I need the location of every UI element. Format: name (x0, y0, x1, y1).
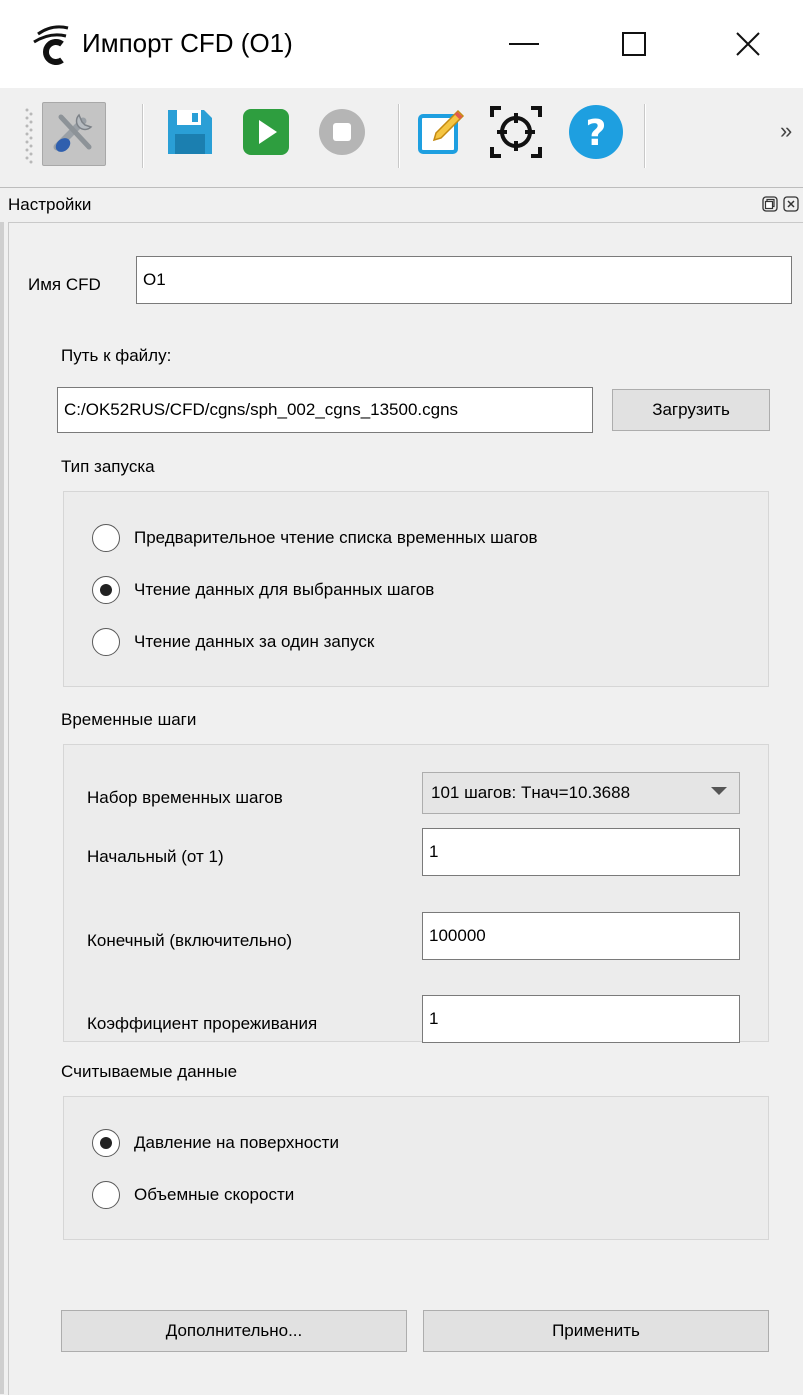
read-data-title: Считываемые данные (61, 1062, 238, 1081)
dock-float-icon[interactable] (762, 196, 778, 212)
stop-icon (317, 107, 367, 162)
radio-button[interactable] (92, 576, 120, 604)
window-title: Импорт CFD (O1) (82, 28, 293, 58)
toolbar-overflow-icon[interactable]: » (780, 118, 792, 144)
run-button[interactable] (234, 102, 298, 166)
chevron-down-icon (711, 787, 727, 795)
cfd-name-label: Имя CFD (28, 275, 101, 294)
step-set-value: 101 шагов: Тнач=10.3688 (431, 783, 631, 802)
settings-tools-icon (49, 107, 99, 162)
start-step-input[interactable]: 1 (422, 828, 740, 876)
title-bar: Импорт CFD (O1) (0, 0, 803, 88)
radio-button[interactable] (92, 1181, 120, 1209)
launch-type-title: Тип запуска (61, 457, 155, 476)
load-button[interactable]: Загрузить (612, 389, 770, 431)
run-icon (241, 107, 291, 162)
thinning-label: Коэффициент прореживания (87, 1014, 318, 1033)
settings-tools-button[interactable] (42, 102, 106, 166)
radio-selected-dot (100, 584, 112, 596)
end-step-label: Конечный (включительно) (87, 931, 293, 950)
dock-title: Настройки (8, 195, 92, 214)
radio-selected-dot (100, 1137, 112, 1149)
radio-label: Давление на поверхности (134, 1133, 339, 1152)
radio-button[interactable] (92, 1129, 120, 1157)
read-option-surface-pressure[interactable]: Давление на поверхности (92, 1129, 339, 1157)
focus-target-icon (489, 105, 543, 164)
app-logo-icon (32, 22, 72, 66)
edit-icon (416, 106, 468, 163)
minimize-button[interactable] (494, 18, 554, 70)
thinning-input[interactable]: 1 (422, 995, 740, 1043)
radio-label: Объемные скорости (134, 1185, 295, 1204)
radio-button[interactable] (92, 524, 120, 552)
time-steps-title: Временные шаги (61, 710, 197, 729)
start-step-label: Начальный (от 1) (87, 847, 224, 866)
svg-text:?: ? (586, 113, 607, 154)
toolbar-grip-icon[interactable] (24, 104, 34, 168)
focus-target-button[interactable] (484, 102, 548, 166)
radio-button[interactable] (92, 628, 120, 656)
dock-close-icon[interactable] (783, 196, 799, 212)
settings-panel: Имя CFD O1 Путь к файлу: C:/OK52RUS/CFD/… (8, 222, 803, 1395)
stop-button[interactable] (310, 102, 374, 166)
apply-button[interactable]: Применить (423, 1310, 769, 1352)
launch-type-group: Предварительное чтение списка временных … (63, 491, 769, 687)
toolbar-separator (398, 104, 400, 168)
file-path-input[interactable]: C:/OK52RUS/CFD/cgns/sph_002_cgns_13500.c… (57, 387, 593, 433)
launch-option-selected-steps[interactable]: Чтение данных для выбранных шагов (92, 576, 434, 604)
save-icon (164, 106, 216, 163)
cfd-name-input[interactable]: O1 (136, 256, 792, 304)
save-button[interactable] (158, 102, 222, 166)
close-button[interactable] (718, 18, 778, 70)
launch-option-single-run[interactable]: Чтение данных за один запуск (92, 628, 374, 656)
step-set-dropdown[interactable]: 101 шагов: Тнач=10.3688 (422, 772, 740, 814)
time-steps-group: Набор временных шагов 101 шагов: Тнач=10… (63, 744, 769, 1043)
window-left-edge (0, 222, 4, 1394)
toolbar-separator (644, 104, 646, 168)
radio-label: Предварительное чтение списка временных … (134, 528, 538, 547)
toolbar-separator (142, 104, 144, 168)
toolbar: ? » (0, 88, 803, 186)
edit-button[interactable] (410, 102, 474, 166)
file-path-label: Путь к файлу: (61, 346, 172, 365)
step-set-label: Набор временных шагов (87, 788, 283, 807)
help-button[interactable]: ? (564, 102, 628, 166)
dock-header: Настройки (0, 187, 803, 222)
maximize-button[interactable] (604, 18, 664, 70)
read-option-volume-velocities[interactable]: Объемные скорости (92, 1181, 294, 1209)
launch-option-preread[interactable]: Предварительное чтение списка временных … (92, 524, 538, 552)
radio-label: Чтение данных для выбранных шагов (134, 580, 435, 599)
radio-label: Чтение данных за один запуск (134, 632, 375, 651)
read-data-group: Давление на поверхности Объемные скорост… (63, 1096, 769, 1240)
end-step-input[interactable]: 100000 (422, 912, 740, 960)
advanced-button[interactable]: Дополнительно... (61, 1310, 407, 1352)
help-icon: ? (568, 104, 624, 165)
